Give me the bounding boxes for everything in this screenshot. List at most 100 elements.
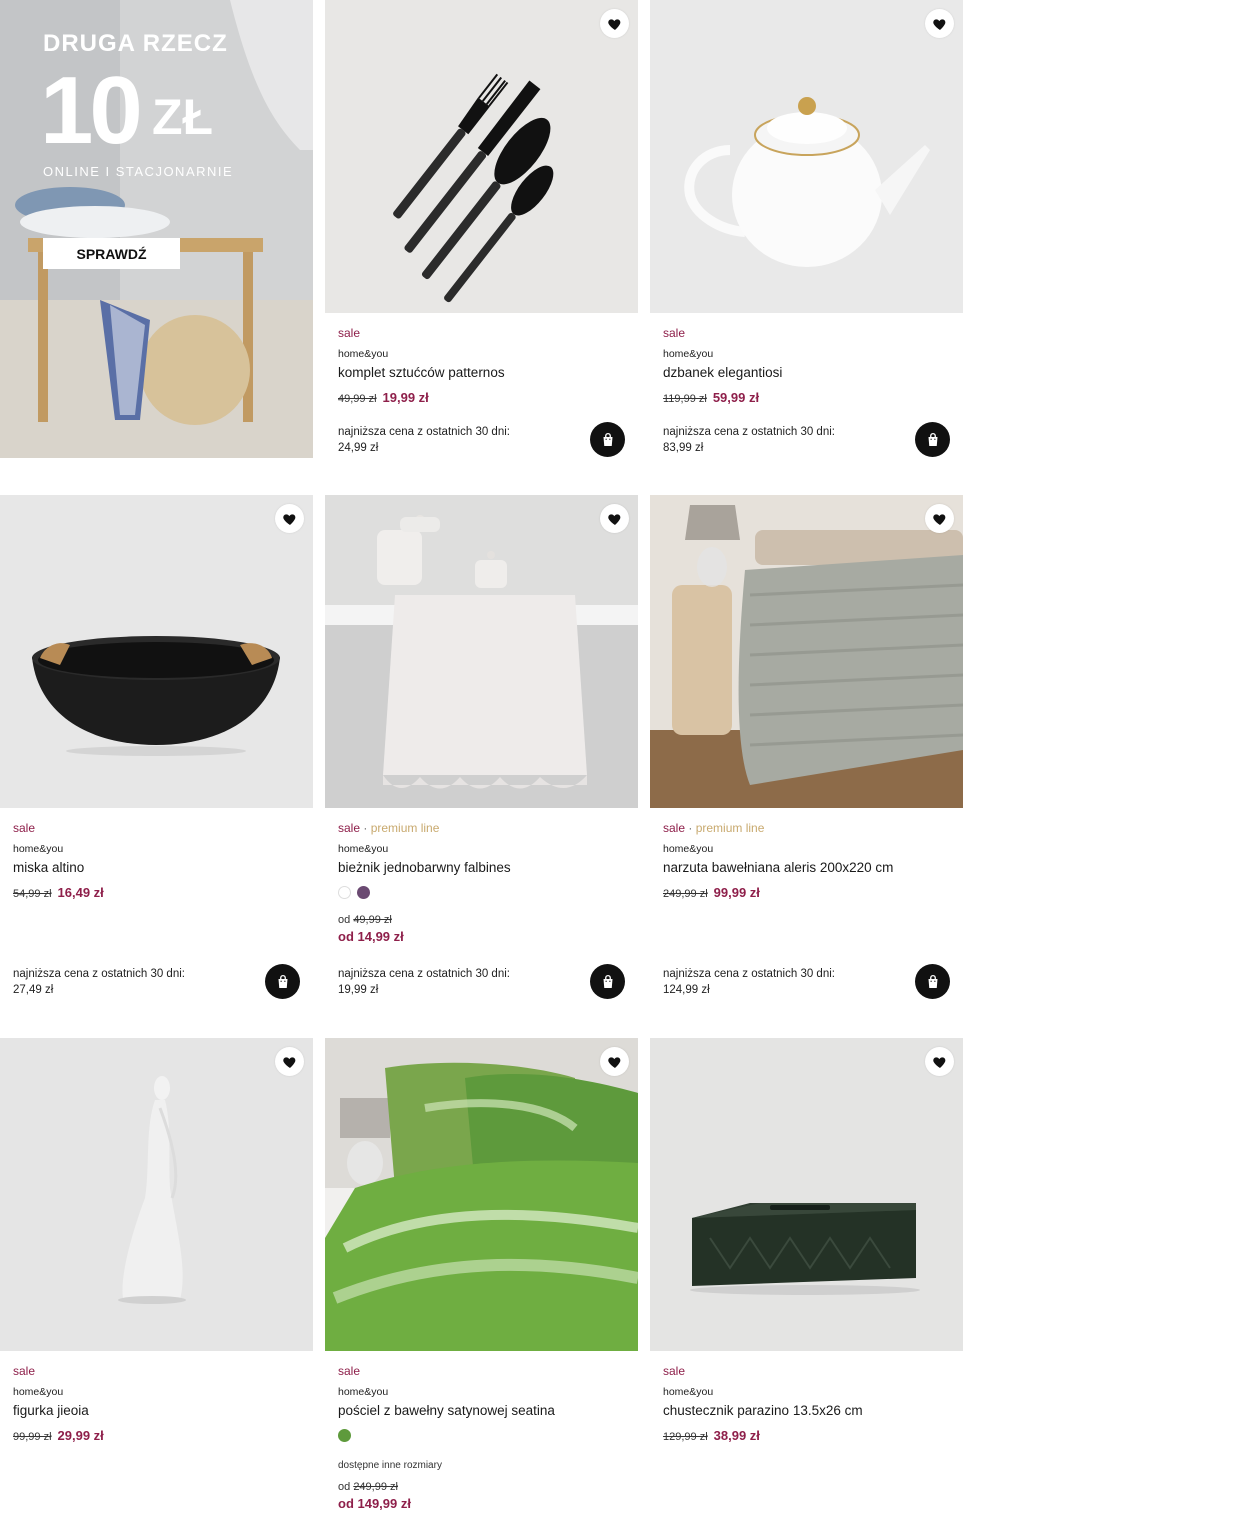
product-name[interactable]: chustecznik parazino 13.5x26 cm: [663, 1402, 950, 1420]
old-price-value: 49,99 zł: [353, 914, 392, 926]
color-swatch-white[interactable]: [338, 886, 351, 899]
heart-icon: [282, 1054, 298, 1070]
product-image[interactable]: [650, 1038, 963, 1351]
product-prices: 129,99 zł 38,99 zł: [663, 1428, 950, 1444]
product-name[interactable]: dzbanek elegantiosi: [663, 364, 950, 382]
product-card[interactable]: sale home&you miska altino 54,99 zł 16,49…: [0, 495, 313, 999]
product-image[interactable]: [325, 0, 638, 313]
product-name[interactable]: komplet sztućców patternos: [338, 364, 625, 382]
product-tags: sale: [338, 326, 625, 341]
product-card[interactable]: sale home&you chustecznik parazino 13.5x…: [650, 1038, 963, 1444]
old-price: 54,99 zł: [13, 888, 52, 900]
lowest-price-value: 27,49 zł: [13, 984, 54, 996]
add-to-cart-button[interactable]: [915, 422, 950, 457]
add-to-cart-button[interactable]: [265, 964, 300, 999]
product-image[interactable]: [650, 495, 963, 808]
product-tags: sale: [663, 1364, 950, 1379]
cutlery-image: [325, 0, 638, 313]
lowest-price-info: najniższa cena z ostatnich 30 dni: 24,99 …: [338, 424, 568, 456]
banner-title: DRUGA RZECZ: [43, 30, 228, 57]
add-to-favorites-button[interactable]: [925, 9, 954, 38]
lowest-price-value: 124,99 zł: [663, 984, 710, 996]
product-brand: home&you: [663, 843, 714, 855]
product-name[interactable]: figurka jieoia: [13, 1402, 300, 1420]
old-price: 49,99 zł: [338, 393, 377, 405]
tag-separator: ·: [363, 821, 368, 835]
shopping-bag-icon: [599, 973, 617, 991]
product-brand: home&you: [338, 348, 389, 360]
product-prices: 99,99 zł 29,99 zł: [13, 1428, 300, 1444]
old-price-value: 249,99 zł: [353, 1481, 398, 1493]
table-runner-image: [325, 495, 638, 808]
product-tags: sale: [13, 821, 300, 836]
sale-price: 99,99 zł: [713, 885, 760, 900]
sale-price: od 149,99 zł: [338, 1496, 411, 1511]
from-label: od: [338, 914, 351, 926]
product-image[interactable]: [0, 1038, 313, 1351]
premium-tag: premium line: [370, 821, 440, 835]
sale-tag: sale: [338, 1364, 361, 1378]
product-card[interactable]: sale · premium line home&you narzuta baw…: [650, 495, 963, 999]
product-prices: 49,99 zł 19,99 zł: [338, 390, 625, 406]
heart-icon: [932, 511, 948, 527]
product-name[interactable]: pościel z bawełny satynowej seatina: [338, 1402, 625, 1420]
product-prices: 249,99 zł 99,99 zł: [663, 885, 950, 901]
sale-price: od 14,99 zł: [338, 929, 404, 944]
product-name[interactable]: miska altino: [13, 859, 300, 877]
add-to-favorites-button[interactable]: [600, 9, 629, 38]
bedding-image: [325, 1038, 638, 1351]
add-to-favorites-button[interactable]: [275, 1047, 304, 1076]
sale-price: 29,99 zł: [57, 1428, 104, 1443]
sale-price: 19,99 zł: [382, 390, 429, 405]
lowest-price-label: najniższa cena z ostatnich 30 dni:: [338, 426, 510, 438]
banner-subtitle: ONLINE I STACJONARNIE: [43, 164, 234, 179]
product-image[interactable]: [325, 1038, 638, 1351]
product-name[interactable]: narzuta bawełniana aleris 200x220 cm: [663, 859, 950, 877]
other-sizes-note: dostępne inne rozmiary: [338, 1460, 442, 1471]
product-prices: od 49,99 zł od 14,99 zł: [338, 913, 625, 946]
add-to-cart-button[interactable]: [590, 422, 625, 457]
shopping-bag-icon: [599, 431, 617, 449]
lowest-price-label: najniższa cena z ostatnich 30 dni:: [338, 968, 510, 980]
add-to-favorites-button[interactable]: [925, 1047, 954, 1076]
tissue-box-image: [650, 1038, 963, 1351]
sale-tag: sale: [338, 326, 361, 340]
product-card[interactable]: sale home&you figurka jieoia 99,99 zł 29,…: [0, 1038, 313, 1444]
product-card[interactable]: sale home&you pościel z bawełny satynowe…: [325, 1038, 638, 1513]
add-to-cart-button[interactable]: [915, 964, 950, 999]
add-to-favorites-button[interactable]: [275, 504, 304, 533]
teapot-image: [650, 0, 963, 313]
sale-tag: sale: [663, 326, 686, 340]
banner-check-button[interactable]: SPRAWDŹ: [43, 238, 180, 269]
old-price: od 249,99 zł: [338, 1480, 625, 1495]
lowest-price-info: najniższa cena z ostatnich 30 dni: 124,99…: [663, 966, 893, 998]
lowest-price-value: 24,99 zł: [338, 442, 379, 454]
lowest-price-value: 19,99 zł: [338, 984, 379, 996]
product-card[interactable]: sale · premium line home&you bieżnik jed…: [325, 495, 638, 999]
product-image[interactable]: [650, 0, 963, 313]
color-swatch-purple[interactable]: [357, 886, 370, 899]
shopping-bag-icon: [274, 973, 292, 991]
tag-separator: ·: [688, 821, 693, 835]
promo-banner[interactable]: DRUGA RZECZ 10 ZŁ ONLINE I STACJONARNIE …: [0, 0, 313, 458]
product-card[interactable]: sale home&you dzbanek elegantiosi 119,99…: [650, 0, 963, 457]
product-card[interactable]: sale home&you komplet sztućców patternos…: [325, 0, 638, 457]
product-prices: 54,99 zł 16,49 zł: [13, 885, 300, 901]
add-to-favorites-button[interactable]: [600, 504, 629, 533]
lowest-price-info: najniższa cena z ostatnich 30 dni: 19,99 …: [338, 966, 568, 998]
product-tags: sale: [13, 1364, 300, 1379]
old-price: od 49,99 zł: [338, 913, 625, 928]
sale-tag: sale: [13, 821, 36, 835]
old-price: 249,99 zł: [663, 888, 708, 900]
banner-unit: ZŁ: [152, 89, 214, 145]
product-brand: home&you: [13, 843, 64, 855]
product-tags: sale: [338, 1364, 625, 1379]
product-name[interactable]: bieżnik jednobarwny falbines: [338, 859, 625, 877]
add-to-favorites-button[interactable]: [925, 504, 954, 533]
add-to-cart-button[interactable]: [590, 964, 625, 999]
add-to-favorites-button[interactable]: [600, 1047, 629, 1076]
product-image[interactable]: [0, 495, 313, 808]
old-price: 99,99 zł: [13, 1431, 52, 1443]
product-image[interactable]: [325, 495, 638, 808]
color-swatch-green[interactable]: [338, 1429, 351, 1442]
